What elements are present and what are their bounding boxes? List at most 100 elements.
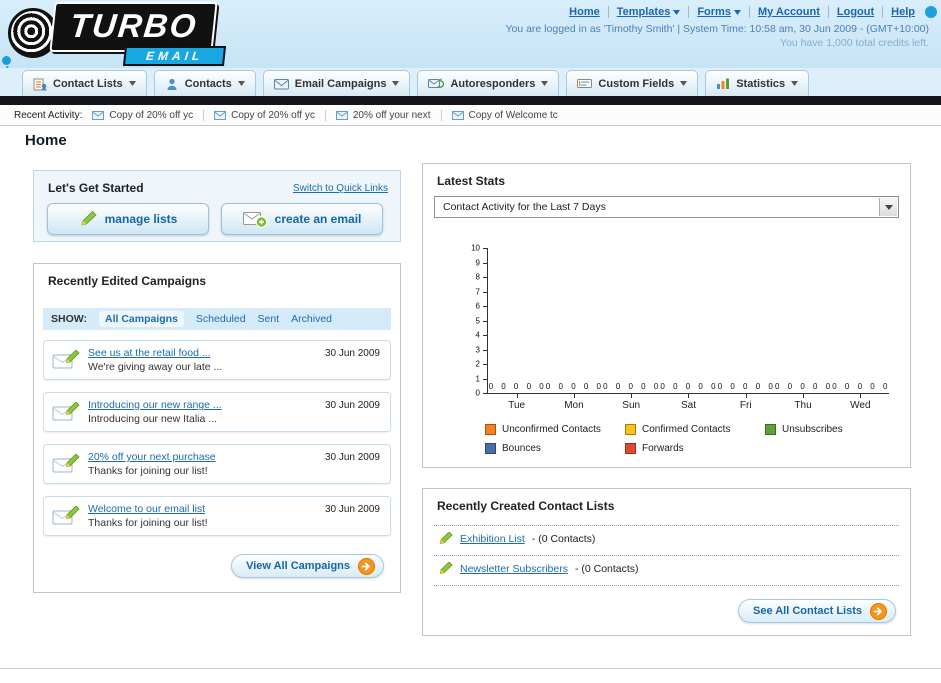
campaign-title-link[interactable]: 20% off your next purchase (88, 451, 216, 463)
see-all-contact-lists-button[interactable]: See All Contact Lists (737, 599, 896, 623)
autoresponders-icon (428, 78, 445, 88)
login-info: You are logged in as 'Timothy Smith' | S… (505, 23, 929, 35)
campaign-list-item: See us at the retail food ... We're givi… (43, 340, 391, 380)
contact-list-item: Exhibition List - (0 Contacts) (437, 529, 595, 549)
page-title: Home (25, 132, 67, 149)
tab-label: Statistics (736, 77, 786, 90)
legend-label: Bounces (502, 443, 541, 454)
legend-swatch (485, 443, 496, 454)
view-all-campaigns-button[interactable]: View All Campaigns (231, 554, 384, 578)
manage-lists-button[interactable]: manage lists (47, 203, 209, 235)
contact-list-link[interactable]: Newsletter Subscribers (460, 563, 568, 575)
legend-swatch (765, 424, 776, 435)
campaign-date: 30 Jun 2009 (324, 348, 380, 359)
edit-campaign-icon (52, 454, 80, 473)
edit-campaign-icon (52, 402, 80, 421)
nav-link-forms[interactable]: Forms (689, 6, 750, 18)
pencil-icon (439, 562, 453, 575)
x-axis-label: Mon (564, 400, 584, 411)
campaign-title-link[interactable]: See us at the retail food ... (88, 347, 211, 359)
campaign-date: 30 Jun 2009 (324, 400, 380, 411)
legend-label: Confirmed Contacts (642, 424, 731, 435)
nav-link-home[interactable]: Home (561, 6, 609, 18)
view-all-campaigns-label: View All Campaigns (246, 560, 350, 572)
envelope-icon (451, 110, 464, 120)
y-axis-label: 2 (475, 359, 480, 369)
recent-activity-label: Recent Activity: (14, 109, 83, 121)
nav-link-my-account[interactable]: My Account (750, 6, 829, 18)
legend-item: Unconfirmed Contacts (485, 424, 625, 435)
legend-label: Forwards (642, 443, 684, 454)
legend-item: Bounces (485, 443, 625, 454)
create-email-button[interactable]: create an email (221, 203, 383, 235)
create-email-label: create an email (274, 212, 362, 226)
recent-activity-item[interactable]: 20% off your next (335, 109, 442, 121)
x-axis-label: Tue (508, 400, 526, 411)
campaign-subtitle: We're giving away our late ... (88, 361, 223, 373)
contact-list-link[interactable]: Exhibition List (460, 533, 525, 545)
recent-activity-item[interactable]: Copy of 20% off yc (92, 109, 205, 121)
filter-archived[interactable]: Archived (291, 313, 332, 325)
stats-range-select[interactable]: Contact Activity for the Last 7 Days (434, 196, 899, 218)
tab-contacts[interactable]: Contacts (153, 70, 256, 96)
bar-value-labels: 0 0 0 0 0 (774, 382, 832, 391)
recent-activity-item[interactable]: Copy of Welcome tc (451, 110, 568, 121)
pencil-icon (439, 532, 453, 545)
edit-campaign-icon (52, 506, 80, 525)
switch-quick-links-link[interactable]: Switch to Quick Links (293, 183, 388, 194)
filter-all-campaigns[interactable]: All Campaigns (98, 311, 184, 327)
legend-swatch (625, 424, 636, 435)
campaign-title-link[interactable]: Introducing our new range ... (88, 399, 222, 411)
legend-swatch (625, 443, 636, 454)
caret-down-icon (791, 81, 799, 86)
nav-link-logout[interactable]: Logout (829, 6, 884, 18)
campaign-date: 30 Jun 2009 (324, 504, 380, 515)
nav-link-label: Forms (697, 6, 731, 18)
contact-list-count: - (0 Contacts) (531, 533, 596, 545)
credits-info: You have 1,000 total credits left. (779, 37, 929, 49)
campaigns-title: Recently Edited Campaigns (48, 274, 207, 288)
custom-fields-icon (577, 79, 593, 88)
app-window: TURBO EMAIL Home Templates Forms My Acco… (0, 0, 941, 683)
campaigns-panel: Recently Edited Campaigns SHOW: All Camp… (33, 263, 401, 593)
arrow-right-icon (358, 557, 375, 575)
chart-category-group: 0 0 0 0 0 Thu (774, 248, 831, 413)
logo-bubble-dot (2, 56, 11, 65)
envelope-icon (335, 110, 348, 120)
tab-statistics[interactable]: Statistics (705, 70, 810, 96)
y-axis-label: 10 (471, 243, 480, 253)
campaign-subtitle: Thanks for joining our list! (88, 517, 208, 529)
campaign-subtitle: Introducing our new Italia ... (88, 413, 217, 425)
nav-link-templates[interactable]: Templates (609, 6, 690, 18)
caret-down-icon (392, 81, 400, 86)
recent-activity-item-label: 20% off your next (352, 109, 431, 121)
tab-email-campaigns[interactable]: Email Campaigns (262, 70, 411, 96)
recent-activity-item-label: Copy of 20% off yc (109, 109, 194, 121)
get-started-panel: Let's Get Started Switch to Quick Links … (33, 170, 401, 242)
filter-sent[interactable]: Sent (258, 313, 280, 325)
tab-contact-lists[interactable]: Contact Lists (22, 70, 147, 96)
campaign-title-link[interactable]: Welcome to our email list (88, 503, 205, 515)
recent-activity-item[interactable]: Copy of 20% off yc (214, 109, 326, 121)
y-axis-label: 6 (475, 301, 480, 311)
caret-down-icon (680, 81, 688, 86)
x-axis-tick (573, 394, 575, 398)
y-axis-label: 9 (475, 258, 480, 267)
bar-value-labels: 0 0 0 0 0 (660, 382, 717, 391)
legend-item: Confirmed Contacts (625, 424, 765, 435)
caret-down-icon (237, 81, 245, 86)
envelope-icon (214, 110, 227, 120)
chart-legend: Unconfirmed Contacts Confirmed Contacts Un… (485, 424, 915, 454)
tab-label: Contacts (184, 77, 232, 90)
nav-link-help[interactable]: Help (883, 6, 923, 18)
tab-label: Custom Fields (598, 77, 675, 90)
tab-custom-fields[interactable]: Custom Fields (566, 70, 699, 96)
tab-autoresponders[interactable]: Autoresponders (417, 70, 560, 96)
campaign-filterbar: SHOW: All Campaigns Scheduled Sent Archi… (43, 308, 391, 330)
email-campaigns-icon (273, 78, 289, 89)
x-axis-label: Thu (794, 400, 812, 411)
app-logo: TURBO EMAIL (6, 2, 286, 66)
caret-down-icon (673, 9, 681, 15)
filter-scheduled[interactable]: Scheduled (196, 313, 246, 325)
contacts-icon (167, 78, 177, 90)
